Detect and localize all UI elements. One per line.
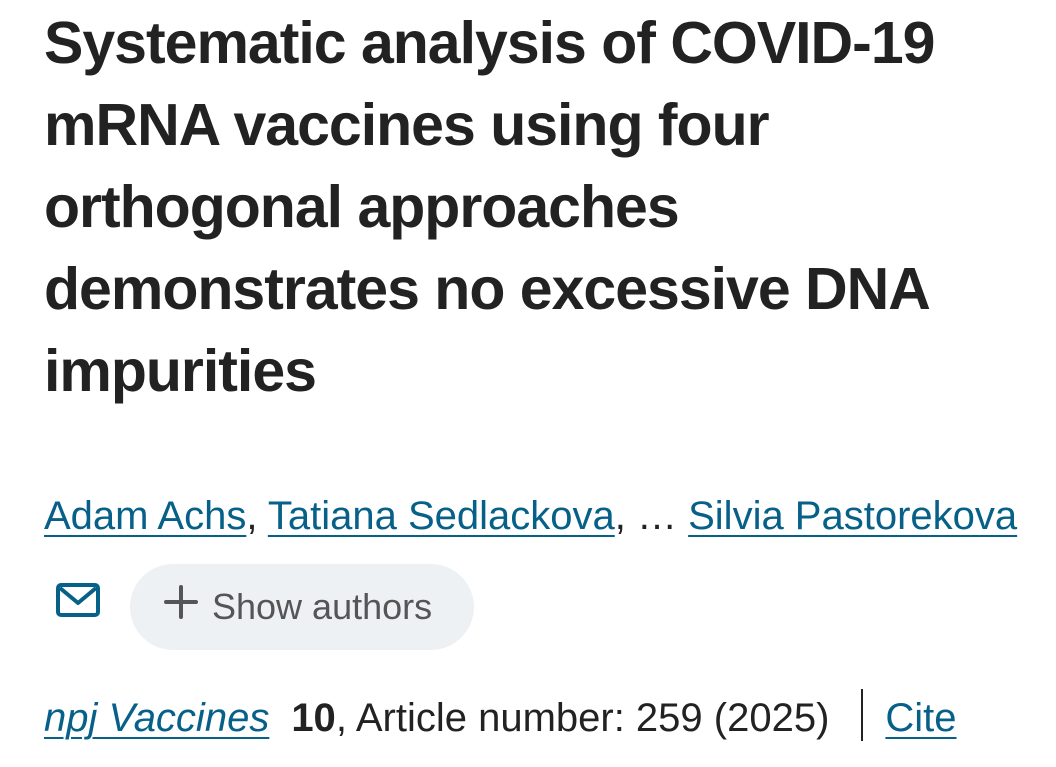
author-separator: , [614, 494, 626, 538]
show-authors-label: Show authors [212, 585, 433, 627]
citation-line: npj Vaccines 10, Article number: 259 (202… [44, 682, 957, 754]
article-title: Systematic analysis of COVID-19 mRNA vac… [44, 10, 935, 404]
author-link-silvia-pastorekova[interactable]: Silvia Pastorekova [688, 494, 1017, 538]
article-header: Systematic analysis of COVID-19 mRNA vac… [0, 0, 1056, 767]
author-list: Adam Achs, Tatiana Sedlackova, … Silvia … [44, 472, 1044, 654]
plus-icon [164, 585, 198, 628]
author-separator: , [246, 494, 258, 538]
author-link-adam-achs[interactable]: Adam Achs [44, 494, 246, 538]
volume-number: 10 [291, 696, 336, 740]
journal-link[interactable]: npj Vaccines [44, 696, 269, 740]
envelope-icon[interactable] [56, 560, 100, 648]
author-link-tatiana-sedlackova[interactable]: Tatiana Sedlackova [268, 494, 615, 538]
citation-divider [861, 689, 864, 741]
show-authors-button[interactable]: Show authors [130, 563, 475, 650]
cite-link[interactable]: Cite [885, 696, 956, 740]
author-ellipsis: … [625, 494, 689, 538]
citation-details: , Article number: 259 (2025) [335, 696, 830, 740]
